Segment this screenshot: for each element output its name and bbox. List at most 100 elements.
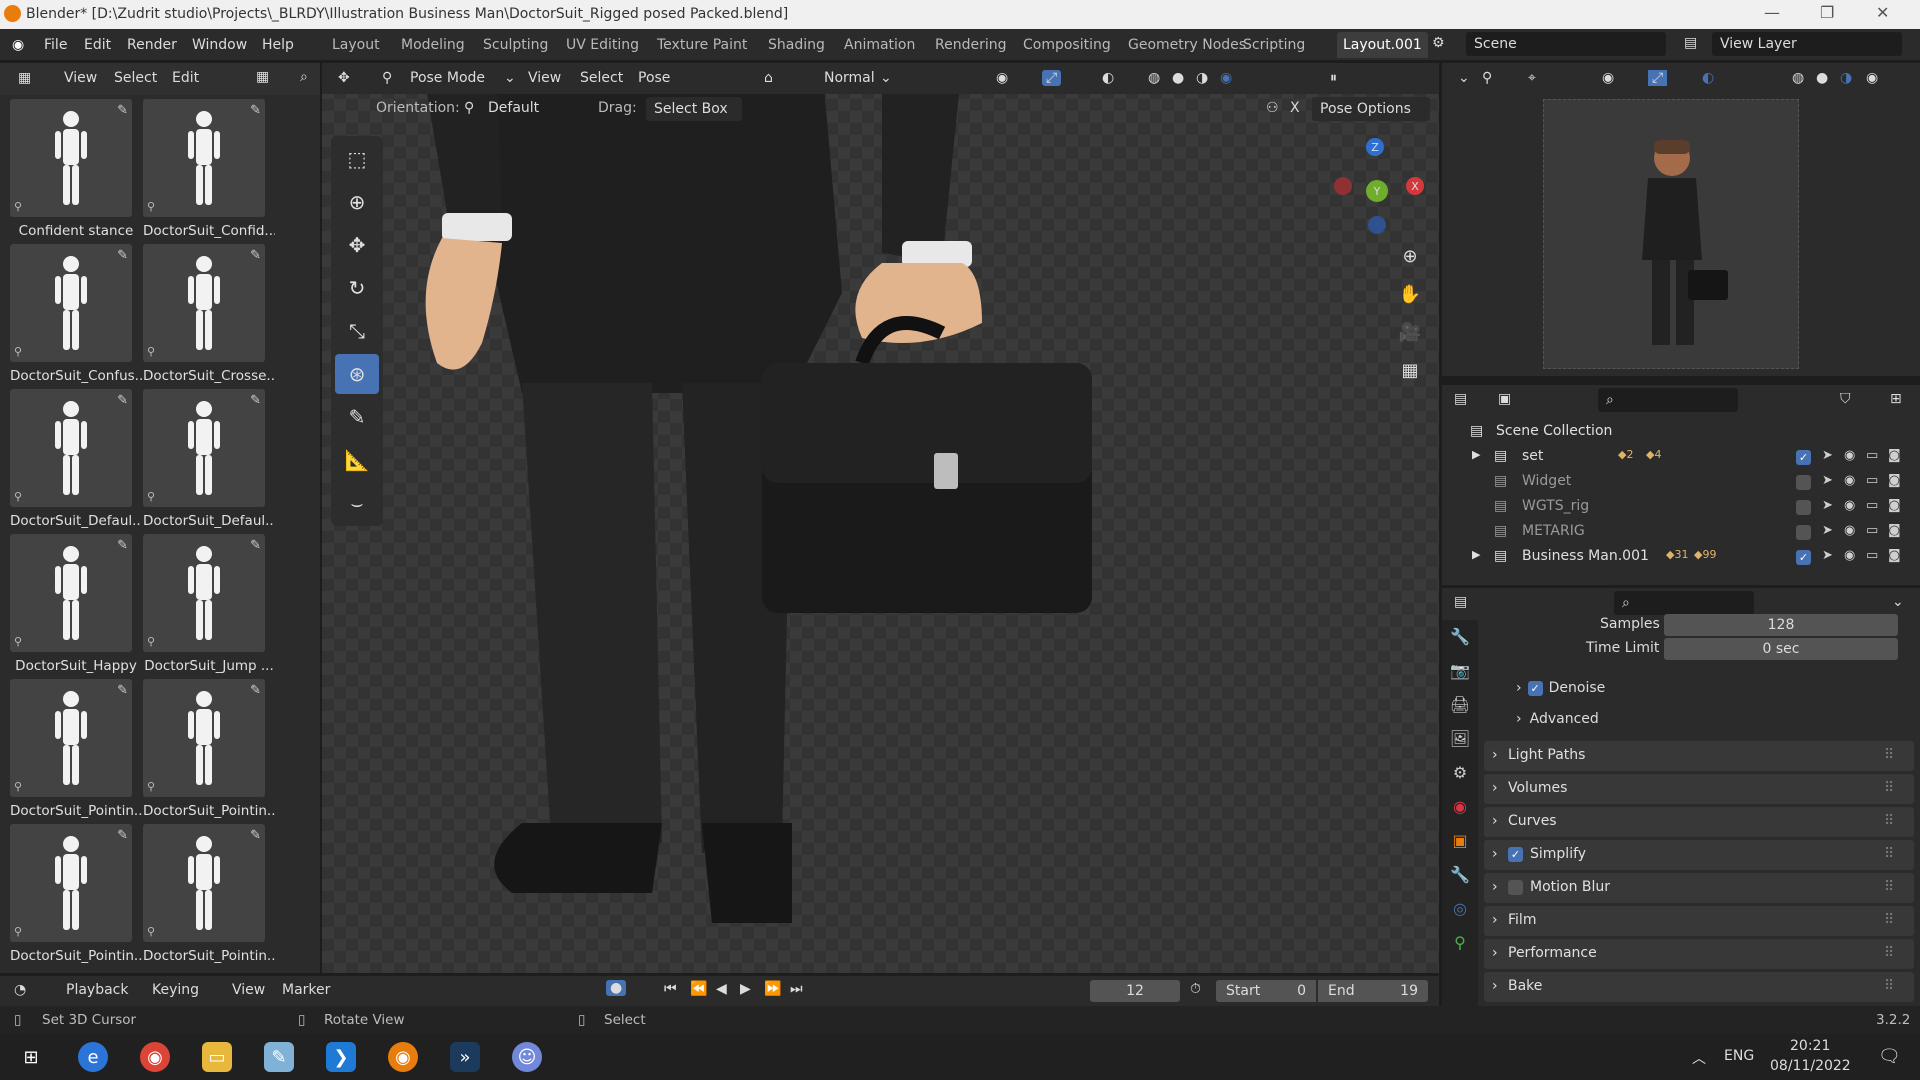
render-tab-icon[interactable]: 📷 bbox=[1442, 654, 1478, 688]
stopwatch-icon[interactable]: ⏱ bbox=[1190, 981, 1201, 997]
menu-edit[interactable]: Edit bbox=[84, 37, 111, 53]
blender-menu-icon[interactable]: ◉ bbox=[12, 37, 24, 53]
drag-handle-icon[interactable]: ⠿ bbox=[1884, 978, 1894, 994]
drag-handle-icon[interactable]: ⠿ bbox=[1884, 912, 1894, 928]
next-keyframe-icon[interactable]: ⏩ bbox=[764, 981, 781, 997]
edge-icon[interactable]: e bbox=[78, 1042, 108, 1072]
search-icon[interactable]: ⌕ bbox=[300, 69, 308, 85]
editor-type-icon[interactable]: ⌄ bbox=[1458, 70, 1470, 86]
transform-pivot-icon[interactable]: ⚲ bbox=[1482, 70, 1492, 86]
select-arrow-icon[interactable]: ➤ bbox=[1822, 498, 1833, 513]
tab-compositing[interactable]: Compositing bbox=[1023, 37, 1111, 53]
shading-solid-icon[interactable]: ● bbox=[1172, 70, 1184, 86]
select-arrow-icon[interactable]: ➤ bbox=[1822, 548, 1833, 563]
edit-asset-icon[interactable]: ✎ bbox=[250, 538, 261, 553]
asset-item[interactable]: ✎ ⚲ DoctorSuit_Pointin... bbox=[10, 679, 142, 819]
tab-uv-editing[interactable]: UV Editing bbox=[566, 37, 639, 53]
mode-selector[interactable]: Pose Mode bbox=[410, 70, 485, 86]
asset-item[interactable]: ✎ ⚲ DoctorSuit_Pointin... bbox=[143, 824, 275, 964]
panel-enable-checkbox[interactable] bbox=[1508, 880, 1523, 895]
select-arrow-icon[interactable]: ➤ bbox=[1822, 473, 1833, 488]
pan-hand-icon[interactable]: ✋ bbox=[1394, 278, 1426, 310]
shading-material-icon[interactable]: ◑ bbox=[1840, 70, 1852, 86]
scene-icon[interactable]: ⚙ bbox=[1432, 35, 1445, 51]
expand-arrow-icon[interactable]: ▶ bbox=[1472, 548, 1480, 561]
render-camera-icon[interactable]: ◙ bbox=[1888, 548, 1901, 563]
playback-menu[interactable]: Playback bbox=[66, 982, 128, 998]
gizmo-neg-z[interactable] bbox=[1368, 216, 1386, 234]
drag-handle-icon[interactable]: ⠿ bbox=[1884, 945, 1894, 961]
discord-icon[interactable]: ☺ bbox=[512, 1042, 542, 1072]
tab-animation[interactable]: Animation bbox=[844, 37, 915, 53]
display-mode-icon[interactable]: ▣ bbox=[1498, 391, 1511, 407]
view-layer-icon[interactable]: ▤ bbox=[1684, 35, 1697, 51]
child-count-badge[interactable]: ◆31 bbox=[1666, 548, 1688, 561]
menu-help[interactable]: Help bbox=[262, 37, 294, 53]
ortho-grid-icon[interactable]: ▦ bbox=[1394, 354, 1426, 386]
relax-tool-icon[interactable]: ⌣ bbox=[335, 483, 379, 523]
snap-icon[interactable]: ⌖ bbox=[1528, 70, 1536, 86]
orientation-selector[interactable]: Default bbox=[488, 100, 539, 116]
transform-tool-icon[interactable]: ⊛ bbox=[335, 354, 379, 394]
cursor-tool-icon[interactable]: ⊕ bbox=[335, 182, 379, 222]
modifier-tab-icon[interactable]: 🔧 bbox=[1442, 858, 1478, 892]
edit-asset-icon[interactable]: ✎ bbox=[117, 683, 128, 698]
exclude-checkbox[interactable]: ✓ bbox=[1796, 450, 1811, 465]
shading-material-icon[interactable]: ◑ bbox=[1196, 70, 1208, 86]
measure-tool-icon[interactable]: 📐 bbox=[335, 440, 379, 480]
new-collection-icon[interactable]: ⊞ bbox=[1890, 391, 1902, 407]
output-tab-icon[interactable]: 🖨 bbox=[1442, 688, 1478, 722]
tab-texture-paint[interactable]: Texture Paint bbox=[657, 37, 747, 53]
edit-asset-icon[interactable]: ✎ bbox=[117, 538, 128, 553]
x-mirror-icon[interactable]: X bbox=[1290, 100, 1300, 116]
asset-item[interactable]: ✎ ⚲ DoctorSuit_Jump ... bbox=[143, 534, 274, 674]
visibility-icon[interactable]: ◉ bbox=[1602, 70, 1614, 86]
asset-item[interactable]: ✎ ⚲ DoctorSuit_Pointin... bbox=[143, 679, 275, 819]
panel-enable-checkbox[interactable]: ✓ bbox=[1508, 847, 1523, 862]
tab-rendering[interactable]: Rendering bbox=[935, 37, 1007, 53]
denoise-subpanel[interactable]: › ✓ Denoise bbox=[1516, 680, 1605, 696]
file-explorer-icon[interactable]: ▭ bbox=[202, 1042, 232, 1072]
gizmo-x-axis[interactable]: X bbox=[1406, 177, 1424, 195]
tab-shading[interactable]: Shading bbox=[768, 37, 825, 53]
overlay-icon[interactable]: ◐ bbox=[1102, 70, 1114, 86]
move-tool-icon[interactable]: ✥ bbox=[335, 225, 379, 265]
property-panel[interactable]: › ✓ Simplify ⠿ bbox=[1484, 840, 1914, 870]
outliner-row[interactable]: ▤ METARIG ➤ ◉ ▭ ◙ bbox=[1442, 520, 1920, 545]
viewport-select-menu[interactable]: Select bbox=[580, 70, 623, 86]
expand-arrow-icon[interactable]: ▶ bbox=[1472, 448, 1480, 461]
asset-select-menu[interactable]: Select bbox=[114, 70, 157, 86]
timeline-view-menu[interactable]: View bbox=[232, 982, 265, 998]
filter-icon[interactable]: ⛉ bbox=[1840, 391, 1851, 407]
scene-tab-icon[interactable]: ⚙ bbox=[1442, 756, 1478, 790]
drag-handle-icon[interactable]: ⠿ bbox=[1884, 813, 1894, 829]
exclude-checkbox[interactable]: ✓ bbox=[1796, 550, 1811, 565]
prev-keyframe-icon[interactable]: ⏪ bbox=[690, 981, 707, 997]
eye-icon[interactable]: ◉ bbox=[1844, 548, 1855, 563]
asset-item[interactable]: ✎ ⚲ DoctorSuit_Confid... bbox=[143, 99, 275, 239]
notepad-icon[interactable]: ✎ bbox=[264, 1042, 294, 1072]
child-count-badge[interactable]: ◆2 bbox=[1618, 448, 1633, 461]
viewport-pose-menu[interactable]: Pose bbox=[638, 70, 670, 86]
tool-tab-icon[interactable]: 🔧 bbox=[1442, 620, 1478, 654]
edit-asset-icon[interactable]: ✎ bbox=[250, 248, 261, 263]
eye-icon[interactable]: ◉ bbox=[1844, 523, 1855, 538]
menu-render[interactable]: Render bbox=[127, 37, 177, 53]
play-reverse-icon[interactable]: ◀ bbox=[716, 981, 727, 997]
maximize-icon[interactable]: ❐ bbox=[1820, 3, 1834, 22]
tab-scripting[interactable]: Scripting bbox=[1243, 37, 1305, 53]
notifications-icon[interactable]: 🗨 bbox=[1878, 1046, 1901, 1067]
marker-menu[interactable]: Marker bbox=[282, 982, 330, 998]
tab-layout[interactable]: Layout bbox=[332, 37, 380, 53]
gizmo-z-axis[interactable]: Z bbox=[1366, 138, 1384, 156]
asset-item[interactable]: ✎ ⚲ Confident stance bbox=[10, 99, 133, 239]
close-icon[interactable]: ✕ bbox=[1876, 3, 1889, 22]
keying-menu[interactable]: Keying bbox=[152, 982, 199, 998]
shading-wire-icon[interactable]: ◍ bbox=[1148, 70, 1160, 86]
windows-start-icon[interactable]: ⊞ bbox=[16, 1042, 46, 1072]
property-panel[interactable]: › Bake ⠿ bbox=[1484, 972, 1914, 1002]
outliner-search-input[interactable]: ⌕ bbox=[1598, 388, 1738, 412]
render-camera-icon[interactable]: ◙ bbox=[1888, 448, 1901, 463]
chrome-icon[interactable]: ◉ bbox=[140, 1042, 170, 1072]
transform-orientation-icon[interactable]: ⌂ bbox=[764, 70, 773, 86]
